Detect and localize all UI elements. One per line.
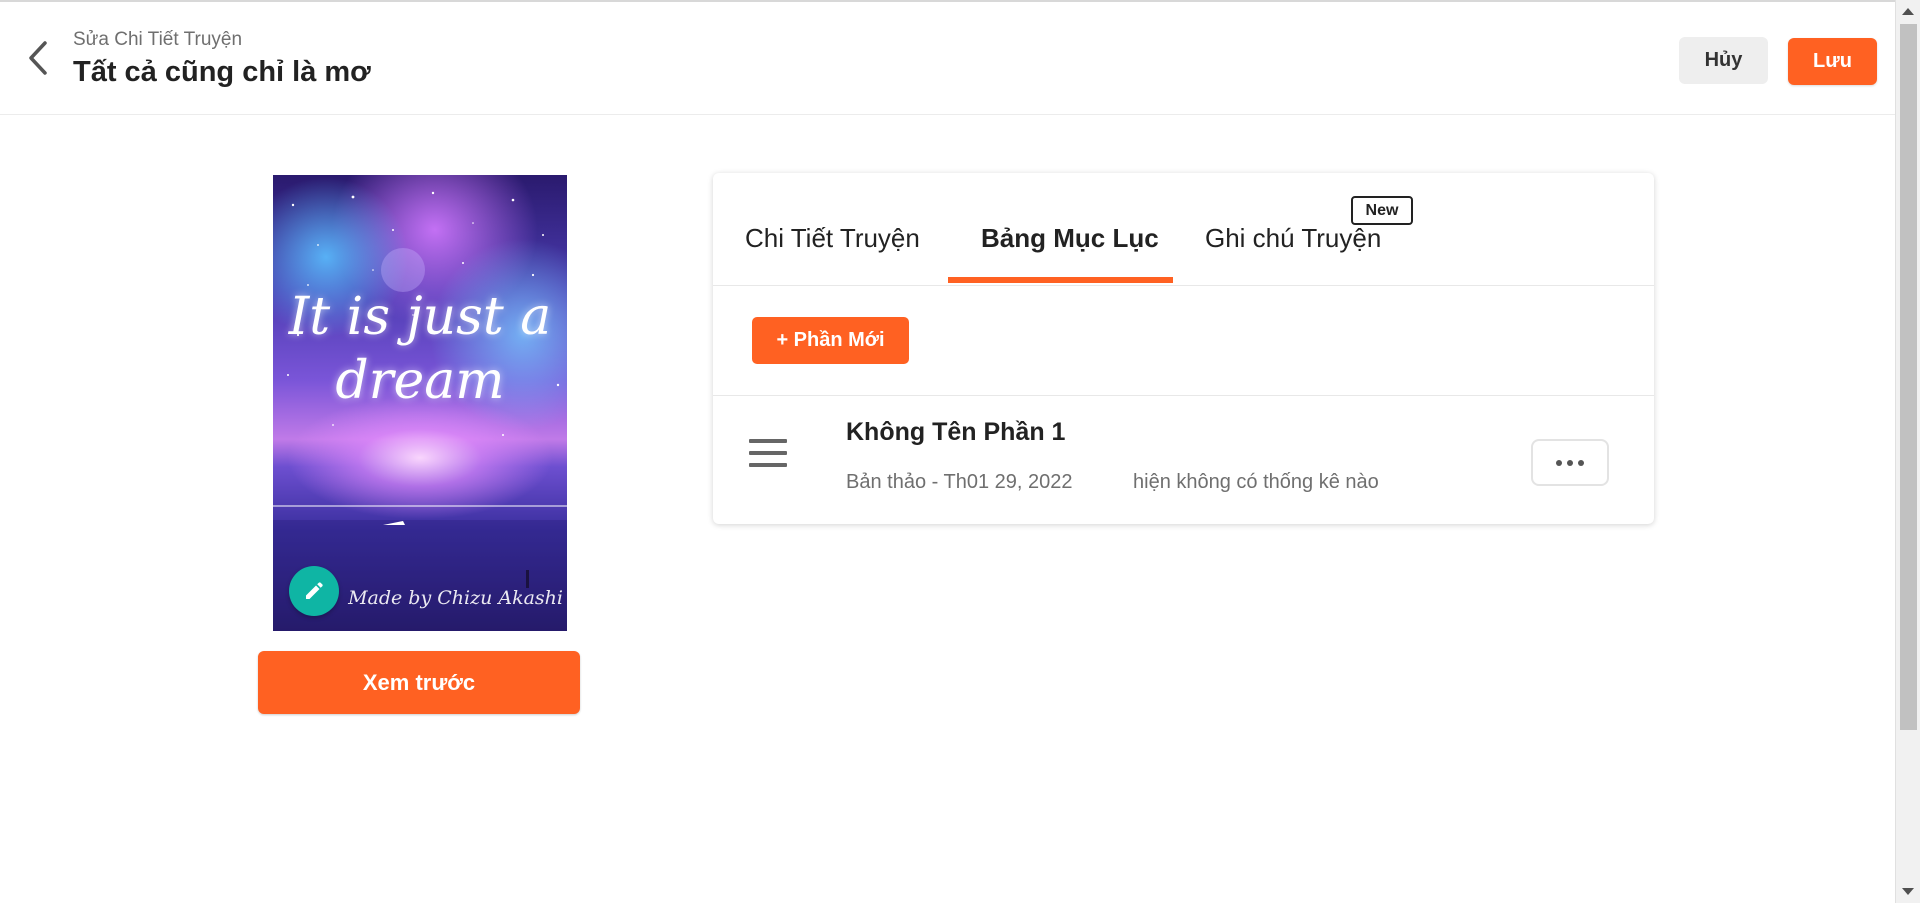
cancel-button[interactable]: Hủy [1679,37,1768,84]
story-title: Tất cả cũng chỉ là mơ [73,56,371,88]
active-tab-indicator [948,277,1173,283]
part-title[interactable]: Không Tên Phần 1 [846,418,1065,447]
story-cover-image: It is just a dream Made by Chizu Akashi [273,175,567,631]
part-stats: hiện không có thống kê nào [1133,471,1379,493]
tab-story-details[interactable]: Chi Tiết Truyện [745,223,920,254]
story-editor-card: Chi Tiết Truyện Bảng Mục Lục Ghi chú Tru… [713,173,1654,524]
page-header: Sửa Chi Tiết Truyện Tất cả cũng chỉ là m… [0,2,1895,115]
new-badge: New [1351,196,1413,225]
cover-art-text: It is just a dream [288,287,552,411]
back-button[interactable] [20,38,56,78]
edit-cover-button[interactable] [289,566,339,616]
pencil-icon [306,582,323,599]
more-options-button[interactable] [1531,439,1609,486]
toc-actions: + Phần Mới [713,286,1654,396]
drag-handle-icon[interactable] [749,439,789,469]
save-button[interactable]: Lưu [1788,38,1877,85]
part-status: Bản thảo - Th01 29, 2022 [846,471,1073,493]
scrollbar-thumb[interactable] [1900,24,1917,730]
chevron-left-icon [29,41,47,75]
scroll-up-arrow-icon[interactable] [1902,8,1914,15]
preview-button[interactable]: Xem trước [258,651,580,714]
page-scrollbar[interactable] [1895,0,1920,903]
tab-table-of-contents[interactable]: Bảng Mục Lục [981,223,1159,254]
list-item: Không Tên Phần 1 Bản thảo - Th01 29, 202… [713,396,1654,524]
cover-credit: Made by Chizu Akashi [348,587,563,609]
more-horizontal-icon [1556,459,1562,466]
scroll-down-arrow-icon[interactable] [1902,888,1914,895]
page-subtitle: Sửa Chi Tiết Truyện [73,29,243,50]
new-part-button[interactable]: + Phần Mới [752,317,909,364]
tab-bar: Chi Tiết Truyện Bảng Mục Lục Ghi chú Tru… [713,173,1654,286]
tab-story-notes[interactable]: Ghi chú Truyện [1205,223,1381,254]
